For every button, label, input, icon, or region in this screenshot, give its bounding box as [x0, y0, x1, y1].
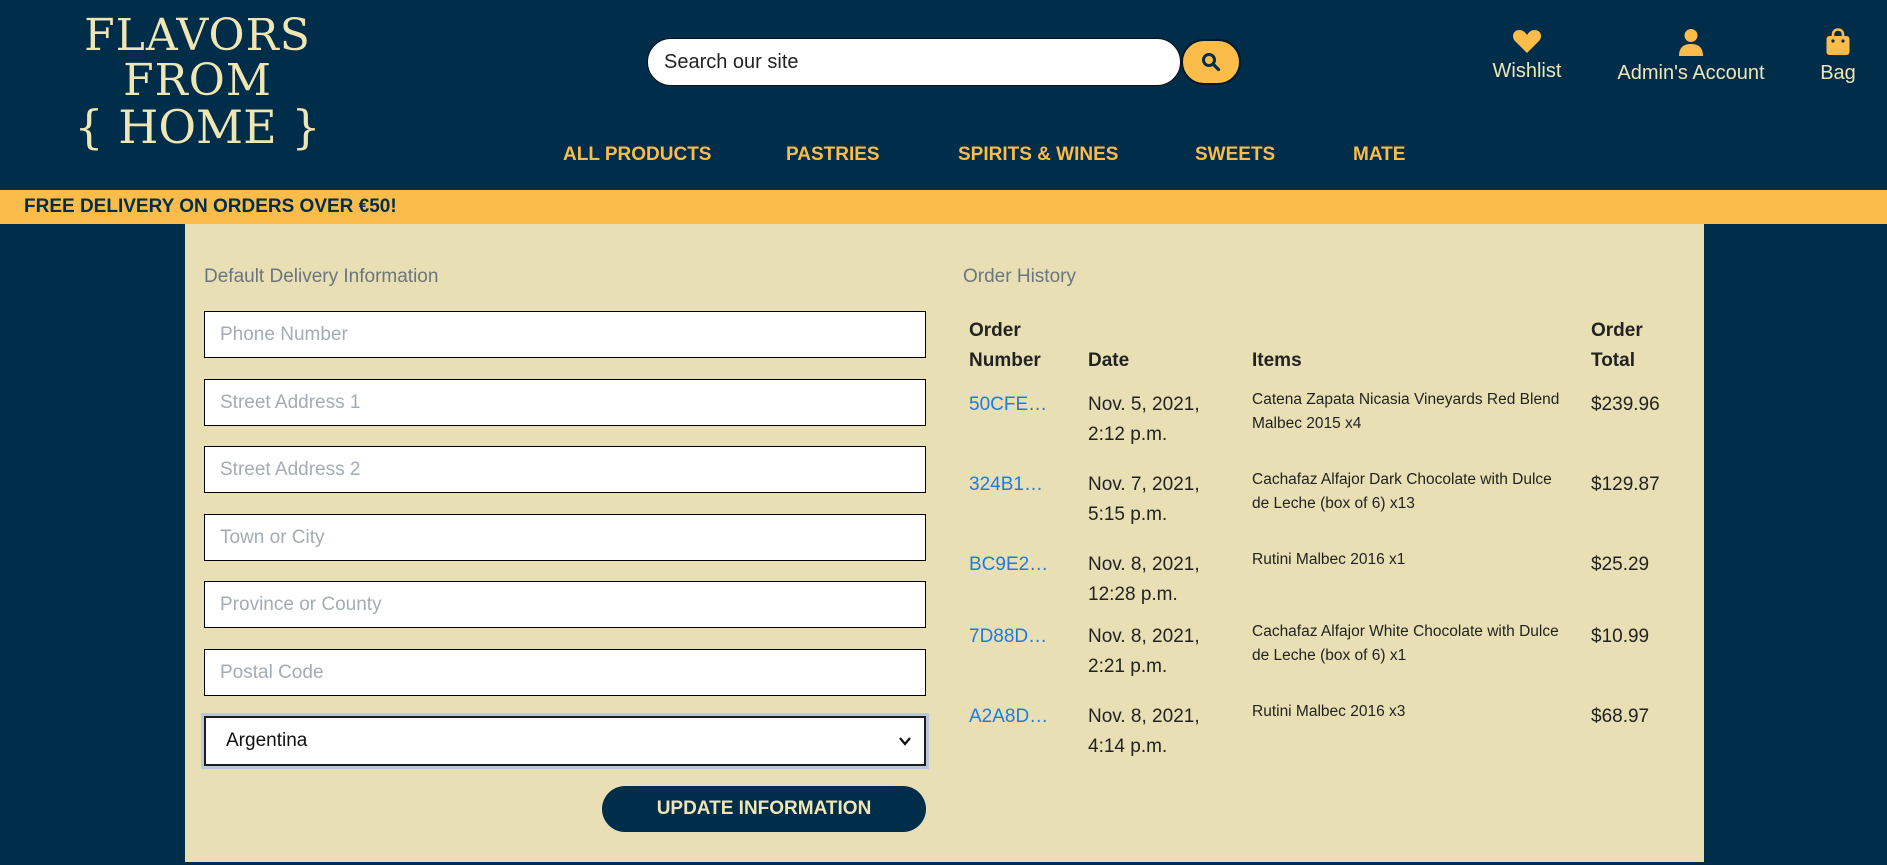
order-date-line1: Nov. 8, 2021, [1088, 554, 1200, 575]
update-information-button[interactable]: UPDATE INFORMATION [602, 786, 926, 832]
order-date: Nov. 5, 2021, 2:12 p.m. [1088, 390, 1200, 450]
order-items: Catena Zapata Nicasia Vineyards Red Blen… [1252, 388, 1559, 436]
order-items-line2: de Leche (box of 6) x13 [1252, 495, 1415, 512]
street-address-1-field[interactable] [204, 379, 926, 426]
order-number-link[interactable]: A2A8D… [969, 702, 1048, 732]
order-date-line2: 12:28 p.m. [1088, 584, 1178, 605]
col-header-order-total-line2: Total [1591, 350, 1635, 371]
logo-line-1: FLAVORS FROM [84, 10, 311, 106]
site-logo[interactable]: FLAVORS FROM { HOME } [30, 10, 365, 151]
order-date-line2: 5:15 p.m. [1088, 504, 1168, 525]
profile-panel: Default Delivery Information Argentina U… [185, 224, 1704, 862]
col-header-order-number-line1: Order [969, 320, 1021, 341]
order-date-line1: Nov. 8, 2021, [1088, 706, 1200, 727]
search-bar [647, 38, 1181, 86]
delivery-section-title: Default Delivery Information [204, 266, 439, 287]
order-history-title: Order History [963, 266, 1076, 287]
account-link[interactable]: Admin's Account [1612, 28, 1770, 85]
town-city-field[interactable] [204, 514, 926, 561]
nav-mate[interactable]: MATE [1353, 144, 1405, 166]
col-header-order-total-line1: Order [1591, 320, 1643, 341]
user-icon [1679, 29, 1703, 56]
order-date: Nov. 8, 2021, 12:28 p.m. [1088, 550, 1200, 610]
nav-sweets[interactable]: SWEETS [1195, 144, 1275, 166]
order-items-line1: Catena Zapata Nicasia Vineyards Red Blen… [1252, 391, 1560, 408]
order-date-line2: 2:21 p.m. [1088, 656, 1168, 677]
order-total: $239.96 [1591, 394, 1660, 415]
order-date-line1: Nov. 7, 2021, [1088, 474, 1200, 495]
order-date: Nov. 8, 2021, 4:14 p.m. [1088, 702, 1200, 762]
col-header-order-number: Order Number [969, 316, 1041, 376]
postal-code-field[interactable] [204, 649, 926, 696]
chevron-down-icon [899, 737, 911, 746]
search-input[interactable] [647, 38, 1181, 86]
order-date-line1: Nov. 8, 2021, [1088, 626, 1200, 647]
order-items: Cachafaz Alfajor White Chocolate with Du… [1252, 620, 1559, 668]
order-items: Rutini Malbec 2016 x1 [1252, 548, 1405, 572]
nav-pastries[interactable]: PASTRIES [786, 144, 880, 166]
province-county-field[interactable] [204, 581, 926, 628]
bag-link[interactable]: Bag [1818, 28, 1858, 85]
delivery-banner: FREE DELIVERY ON ORDERS OVER €50! [0, 190, 1887, 224]
phone-field[interactable] [204, 311, 926, 358]
main-nav: ALL PRODUCTS PASTRIES SPIRITS & WINES SW… [0, 144, 1887, 168]
order-items-line1: Rutini Malbec 2016 x3 [1252, 703, 1406, 720]
country-value: Argentina [226, 730, 308, 751]
heart-icon [1512, 30, 1542, 53]
order-items-line1: Rutini Malbec 2016 x1 [1252, 551, 1406, 568]
wishlist-link[interactable]: Wishlist [1486, 28, 1568, 83]
search-button[interactable] [1181, 39, 1241, 85]
col-header-date: Date [1088, 350, 1130, 371]
shopping-bag-icon [1826, 28, 1850, 55]
wishlist-label: Wishlist [1492, 60, 1562, 82]
col-header-order-number-line2: Number [969, 350, 1041, 371]
order-number-link[interactable]: 7D88D… [969, 622, 1047, 652]
order-date: Nov. 8, 2021, 2:21 p.m. [1088, 622, 1200, 682]
nav-spirits-wines[interactable]: SPIRITS & WINES [958, 144, 1118, 166]
order-date-line2: 4:14 p.m. [1088, 736, 1168, 757]
street-address-2-field[interactable] [204, 446, 926, 493]
country-select[interactable]: Argentina [204, 716, 926, 766]
order-number-link[interactable]: 324B1… [969, 470, 1043, 500]
order-date: Nov. 7, 2021, 5:15 p.m. [1088, 470, 1200, 530]
order-items-line1: Cachafaz Alfajor Dark Chocolate with Dul… [1252, 471, 1552, 488]
nav-all-products[interactable]: ALL PRODUCTS [563, 144, 711, 166]
order-total: $129.87 [1591, 474, 1660, 495]
search-icon [1202, 53, 1221, 72]
order-date-line1: Nov. 5, 2021, [1088, 394, 1200, 415]
account-label: Admin's Account [1617, 62, 1765, 84]
order-number-link[interactable]: BC9E2… [969, 550, 1048, 580]
order-number-link[interactable]: 50CFE… [969, 390, 1047, 420]
col-header-order-total: Order Total [1591, 316, 1643, 376]
order-date-line2: 2:12 p.m. [1088, 424, 1168, 445]
order-total: $68.97 [1591, 706, 1650, 727]
col-header-items: Items [1252, 350, 1302, 371]
order-total: $25.29 [1591, 554, 1650, 575]
order-items-line1: Cachafaz Alfajor White Chocolate with Du… [1252, 623, 1559, 640]
order-items: Cachafaz Alfajor Dark Chocolate with Dul… [1252, 468, 1552, 516]
order-items: Rutini Malbec 2016 x3 [1252, 700, 1405, 724]
order-items-line2: de Leche (box of 6) x1 [1252, 647, 1407, 664]
bag-label: Bag [1820, 62, 1856, 84]
order-items-line2: Malbec 2015 x4 [1252, 415, 1362, 432]
order-total: $10.99 [1591, 626, 1650, 647]
